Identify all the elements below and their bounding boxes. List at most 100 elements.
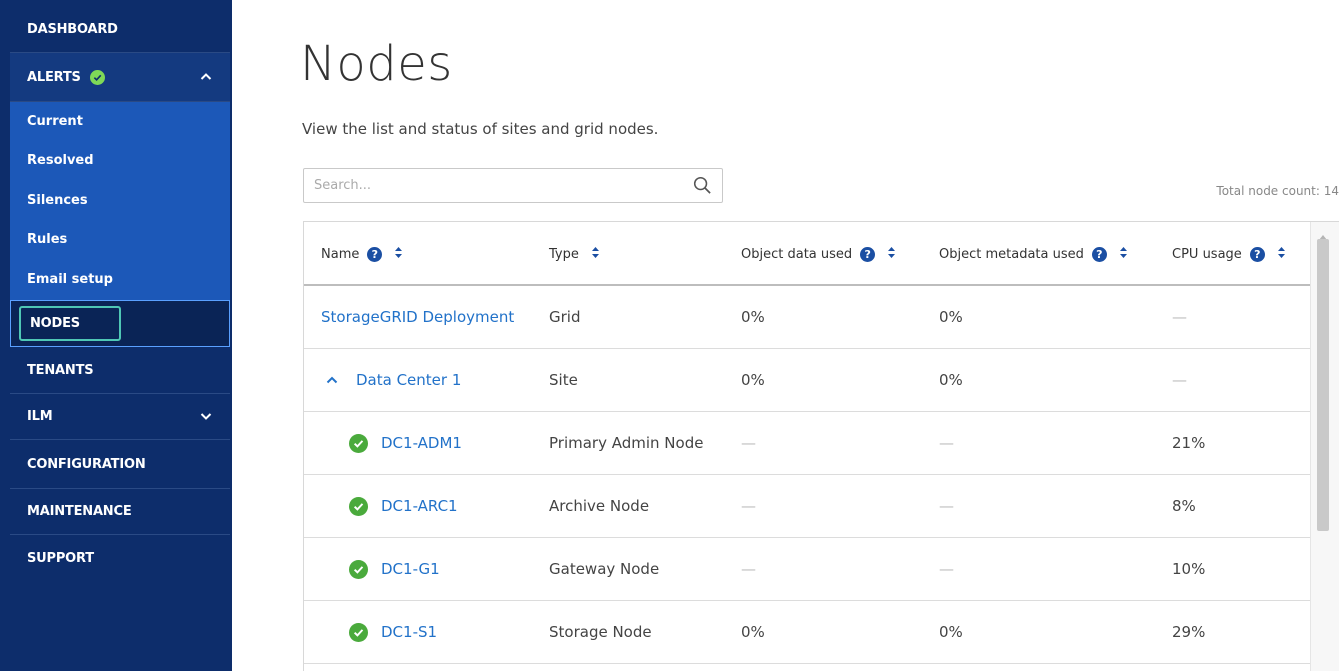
nav-support[interactable]: SUPPORT	[10, 535, 230, 581]
node-name-link[interactable]: DC1-G1	[381, 560, 440, 578]
nav-nodes[interactable]: NODES	[10, 300, 230, 347]
sidebar-item-current[interactable]: Current	[27, 114, 83, 129]
chevron-down-icon[interactable]	[200, 409, 212, 424]
help-icon[interactable]: ?	[860, 246, 876, 262]
cpu-usage: 8%	[1172, 497, 1196, 515]
node-name-link[interactable]: DC1-ARC1	[381, 497, 458, 515]
column-header-object-data[interactable]: Object data used ?	[741, 222, 896, 286]
node-name-link[interactable]: StorageGRID Deployment	[321, 286, 514, 348]
cpu-usage: —	[1172, 308, 1187, 326]
nav-dashboard[interactable]: DASHBOARD	[10, 9, 230, 53]
table-row[interactable]: DC1-G1 Gateway Node — — 10%	[304, 538, 1310, 601]
sort-icon[interactable]	[1119, 246, 1128, 263]
nav-ilm[interactable]: ILM	[10, 394, 230, 440]
table-row[interactable]: StorageGRID Deployment Grid 0% 0% —	[304, 286, 1310, 349]
object-metadata-used: —	[939, 497, 954, 515]
node-name-cell: DC1-G1	[349, 538, 440, 600]
sort-icon[interactable]	[591, 246, 600, 263]
nav-configuration[interactable]: CONFIGURATION	[10, 440, 230, 489]
collapse-chevron-icon[interactable]	[326, 349, 338, 411]
node-name-link[interactable]: Data Center 1	[356, 349, 461, 411]
node-name-cell: DC1-ADM1	[349, 412, 462, 474]
table-row[interactable]: Data Center 1 Site 0% 0% —	[304, 349, 1310, 412]
alerts-submenu: Current Resolved Silences Rules Email se…	[10, 102, 230, 300]
cpu-usage: 29%	[1172, 623, 1206, 641]
nodes-table: Name ? Type Object data used ? Object me…	[303, 221, 1339, 671]
nav-alerts[interactable]: ALERTS	[10, 53, 230, 102]
chevron-up-icon[interactable]	[200, 70, 212, 85]
sort-icon[interactable]	[1277, 246, 1286, 263]
table-row[interactable]: DC1-ARC1 Archive Node — — 8%	[304, 475, 1310, 538]
total-node-count: Total node count: 14	[1216, 184, 1339, 198]
sidebar-item-email-setup[interactable]: Email setup	[27, 272, 113, 287]
column-header-object-metadata-label: Object metadata used	[939, 246, 1084, 262]
nav-alerts-label: ALERTS	[27, 69, 81, 85]
nav-maintenance[interactable]: MAINTENANCE	[10, 489, 230, 535]
cpu-usage: 10%	[1172, 560, 1206, 578]
column-header-type-label: Type	[549, 246, 579, 262]
object-data-used: 0%	[741, 308, 765, 326]
object-metadata-used: —	[939, 434, 954, 452]
column-header-type[interactable]: Type	[549, 222, 600, 286]
object-metadata-used: 0%	[939, 308, 963, 326]
node-type: Storage Node	[549, 623, 652, 641]
status-ok-icon	[349, 622, 368, 642]
sort-icon[interactable]	[394, 246, 403, 263]
object-data-used: 0%	[741, 623, 765, 641]
sort-icon[interactable]	[887, 246, 896, 263]
node-name-link[interactable]: DC1-ADM1	[381, 434, 462, 452]
nav-nodes-focus: NODES	[19, 306, 121, 341]
column-header-name-label: Name	[321, 246, 360, 262]
object-data-used: —	[741, 560, 756, 578]
table-row[interactable]: DC1-S1 Storage Node 0% 0% 29%	[304, 601, 1310, 664]
node-name-cell: DC1-S1	[349, 601, 437, 663]
scrollbar[interactable]	[1310, 222, 1339, 671]
nav-configuration-label: CONFIGURATION	[27, 456, 146, 472]
node-name-link[interactable]: DC1-S1	[381, 623, 437, 641]
sidebar-item-silences[interactable]: Silences	[27, 193, 88, 208]
status-ok-icon	[349, 559, 368, 579]
cpu-usage: 21%	[1172, 434, 1206, 452]
search-input[interactable]	[304, 169, 674, 202]
status-ok-icon	[349, 496, 368, 516]
table-row[interactable]: DC1-ADM1 Primary Admin Node — — 21%	[304, 412, 1310, 475]
object-metadata-used: 0%	[939, 623, 963, 641]
sidebar-item-resolved[interactable]: Resolved	[27, 153, 94, 168]
search-icon[interactable]	[693, 176, 712, 200]
object-data-used: —	[741, 434, 756, 452]
node-type: Gateway Node	[549, 560, 660, 578]
nav-dashboard-label: DASHBOARD	[27, 22, 118, 37]
scrollbar-thumb[interactable]	[1317, 239, 1329, 531]
nav-nodes-label: NODES	[30, 316, 80, 331]
node-type: Grid	[549, 308, 581, 326]
alerts-ok-icon	[89, 69, 105, 85]
status-ok-icon	[349, 433, 368, 453]
cpu-usage: —	[1172, 371, 1187, 389]
nav-tenants[interactable]: TENANTS	[10, 347, 230, 394]
nav-tenants-label: TENANTS	[27, 362, 94, 378]
node-type: Site	[549, 371, 578, 389]
page-title: Nodes	[300, 36, 453, 92]
help-icon[interactable]: ?	[1091, 246, 1107, 262]
nav-maintenance-label: MAINTENANCE	[27, 504, 132, 519]
search-box	[303, 168, 723, 203]
node-type: Archive Node	[549, 497, 650, 515]
help-icon[interactable]: ?	[367, 246, 383, 262]
object-data-used: —	[741, 497, 756, 515]
column-header-name[interactable]: Name ?	[321, 222, 403, 286]
sidebar-item-rules[interactable]: Rules	[27, 232, 67, 247]
nav-ilm-label: ILM	[27, 409, 53, 424]
page-description: View the list and status of sites and gr…	[302, 120, 659, 138]
sidebar: DASHBOARD ALERTS Current Resolved Silenc…	[0, 0, 232, 671]
object-metadata-used: 0%	[939, 371, 963, 389]
help-icon[interactable]: ?	[1249, 246, 1265, 262]
column-header-cpu-label: CPU usage	[1172, 246, 1242, 262]
column-header-object-data-label: Object data used	[741, 246, 853, 262]
node-name-cell: DC1-ARC1	[349, 475, 458, 537]
column-header-object-metadata[interactable]: Object metadata used ?	[939, 222, 1128, 286]
object-data-used: 0%	[741, 371, 765, 389]
nav-support-label: SUPPORT	[27, 550, 94, 566]
column-header-cpu[interactable]: CPU usage ?	[1172, 222, 1286, 286]
object-metadata-used: —	[939, 560, 954, 578]
node-type: Primary Admin Node	[549, 434, 704, 452]
